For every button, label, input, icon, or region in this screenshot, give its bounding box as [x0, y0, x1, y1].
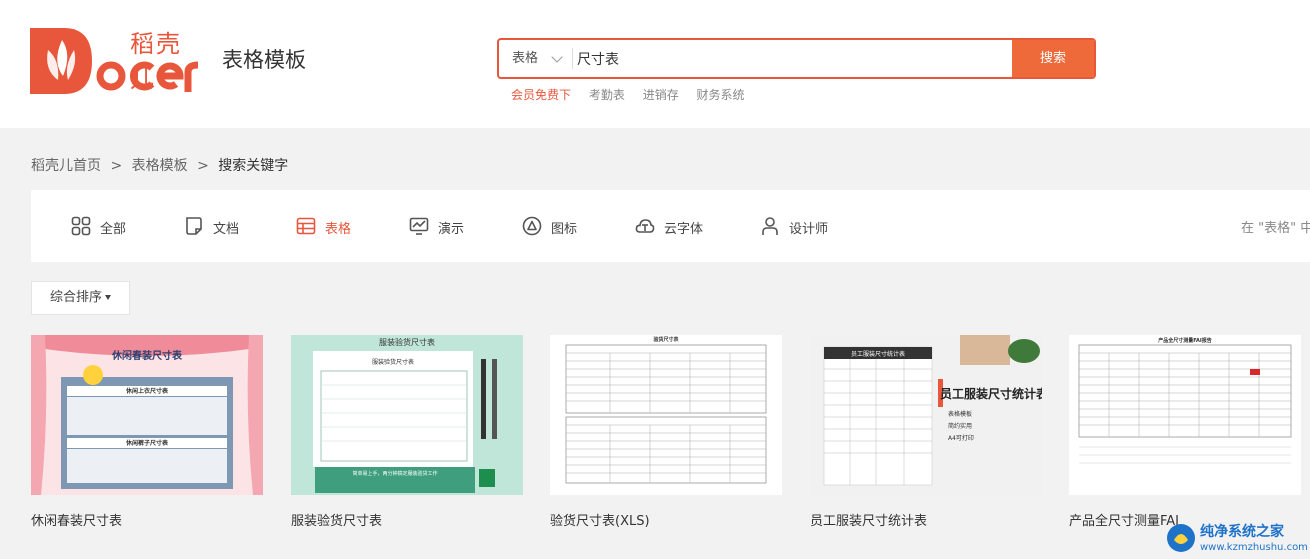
- breadcrumb-table-templates[interactable]: 表格模板: [132, 158, 188, 174]
- thumbnail-heading: 产品全尺寸测量FAI报告: [1158, 338, 1212, 344]
- thumbnail-footer: 简单易上手，两分钟搞定服装验货工作: [352, 471, 438, 477]
- template-card[interactable]: 休闲春装尺寸表 休闲上衣尺寸表 休闲裤子尺寸表 休闲春装尺寸表: [31, 335, 263, 529]
- watermark-title: 纯净系统之家: [1200, 524, 1284, 540]
- breadcrumb-current: 搜索关键字: [218, 158, 289, 174]
- watermark-logo-icon: [1167, 524, 1195, 552]
- triangle-icon: [522, 216, 542, 236]
- sort-label: 综合排序: [49, 290, 102, 305]
- sort-dropdown[interactable]: 综合排序: [31, 281, 130, 315]
- category-label: 表格: [325, 222, 352, 237]
- filter-hint: 在 "表格" 中: [1241, 221, 1310, 236]
- template-thumbnail[interactable]: 员工服装尺寸统计表 员工服装尺寸统计表 表格模板 简约实用 A4可打印: [810, 335, 1042, 495]
- category-label: 图标: [551, 222, 578, 237]
- thumbnail-subheading: 服装验货尺寸表: [371, 359, 414, 366]
- user-icon: [762, 217, 778, 235]
- watermark-url: www.kzmzhushu.com: [1200, 542, 1308, 553]
- cloud-font-icon: [635, 219, 655, 233]
- thumbnail-art: [810, 335, 1042, 495]
- hot-link-attendance[interactable]: 考勤表: [589, 88, 625, 102]
- template-card[interactable]: 员工服装尺寸统计表 员工服装尺寸统计表 表格模板 简约实用 A4可打印 员工服装…: [810, 335, 1042, 529]
- search-category-label: 表格: [512, 51, 539, 66]
- grid-icon: [71, 216, 91, 236]
- breadcrumb-home[interactable]: 稻壳儿首页: [31, 158, 101, 174]
- header: 稻壳儿 表格模板 表格 搜索 会员免费下 考勤表 进销存 财务系统: [0, 0, 1310, 128]
- thumbnail-bullet: 表格模板: [948, 411, 973, 418]
- template-thumbnail[interactable]: 休闲春装尺寸表 休闲上衣尺寸表 休闲裤子尺寸表: [31, 335, 263, 495]
- category-label: 演示: [438, 222, 465, 237]
- hot-search-links: 会员免费下 考勤表 进销存 财务系统: [511, 86, 759, 103]
- thumbnail-art: [565, 344, 767, 484]
- hot-link-member-free[interactable]: 会员免费下: [511, 88, 571, 102]
- breadcrumb-separator: >: [110, 158, 123, 174]
- search-box: 表格 搜索: [497, 38, 1096, 79]
- template-title[interactable]: 休闲春装尺寸表: [31, 510, 122, 529]
- category-label: 全部: [100, 222, 127, 237]
- thumbnail-heading: 验货尺寸表: [653, 337, 679, 343]
- thumbnail-sheet-title: 员工服装尺寸统计表: [850, 351, 905, 358]
- template-card[interactable]: 产品全尺寸测量FAI报告 产品全尺寸测量FAI: [1069, 335, 1301, 529]
- table-icon: [296, 217, 316, 235]
- category-label: 文档: [213, 222, 240, 237]
- docer-logo[interactable]: 稻壳儿: [30, 24, 202, 98]
- thumbnail-subheading: 休闲上衣尺寸表: [125, 388, 168, 395]
- template-thumbnail[interactable]: 服装验货尺寸表 服装验货尺寸表 简单易上手，两分钟搞定服装验货工作: [291, 335, 523, 495]
- template-card[interactable]: 服装验货尺寸表 服装验货尺寸表 简单易上手，两分钟搞定服装验货工作 服装验货尺寸…: [291, 335, 523, 529]
- template-thumbnail[interactable]: 验货尺寸表: [550, 335, 782, 495]
- caret-down-icon: [105, 295, 111, 300]
- search-input[interactable]: [577, 40, 1013, 77]
- template-card[interactable]: 验货尺寸表 验货尺寸表(XLS): [550, 335, 782, 529]
- search-divider: [572, 48, 573, 69]
- thumbnail-art: [1078, 344, 1292, 464]
- thumbnail-subheading: 休闲裤子尺寸表: [125, 440, 168, 447]
- template-title[interactable]: 验货尺寸表(XLS): [550, 510, 650, 529]
- thumbnail-bullet: A4可打印: [948, 435, 974, 442]
- document-icon: [186, 217, 202, 235]
- thumbnail-heading: 员工服装尺寸统计表: [940, 387, 1042, 401]
- hot-link-inventory[interactable]: 进销存: [643, 88, 679, 102]
- template-thumbnail[interactable]: 产品全尺寸测量FAI报告: [1069, 335, 1301, 495]
- search-button[interactable]: 搜索: [1012, 40, 1094, 77]
- category-label: 设计师: [789, 222, 829, 237]
- search-category-select[interactable]: 表格: [499, 40, 573, 77]
- presentation-icon: [409, 217, 429, 235]
- category-label: 云字体: [664, 222, 704, 237]
- page-heading: 表格模板: [222, 48, 306, 72]
- template-title[interactable]: 产品全尺寸测量FAI: [1069, 510, 1179, 529]
- site-watermark: 纯净系统之家 www.kzmzhushu.com: [1165, 518, 1310, 559]
- template-title[interactable]: 服装验货尺寸表: [291, 510, 382, 529]
- category-filter-bar: 全部 文档 表格 演示 图标 云字体 设计师 在 "表格" 中: [31, 190, 1310, 262]
- hot-link-finance[interactable]: 财务系统: [697, 88, 745, 102]
- template-title[interactable]: 员工服装尺寸统计表: [810, 510, 927, 529]
- chevron-down-icon: [551, 51, 563, 63]
- thumbnail-bullet: 简约实用: [948, 423, 973, 430]
- thumbnail-heading: 服装验货尺寸表: [379, 338, 435, 347]
- breadcrumb: 稻壳儿首页 > 表格模板 > 搜索关键字: [31, 155, 288, 175]
- thumbnail-heading: 休闲春装尺寸表: [112, 351, 182, 362]
- breadcrumb-separator: >: [197, 158, 209, 174]
- logo-brand-text: 稻壳儿: [130, 30, 182, 93]
